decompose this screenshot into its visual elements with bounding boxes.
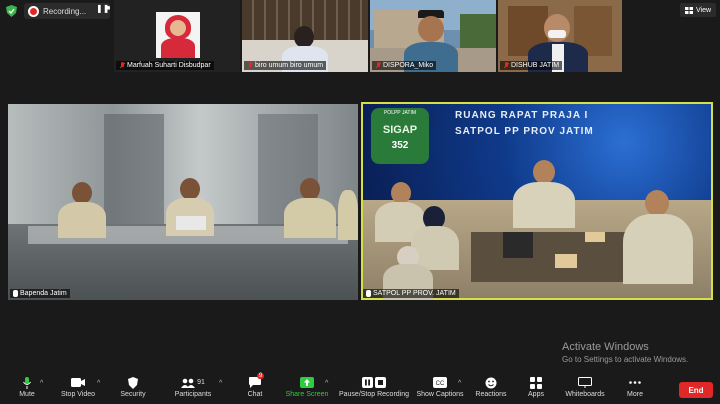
participant-tile[interactable]: DISPORA_Miko (370, 0, 496, 72)
muted-mic-icon (375, 62, 381, 69)
chat-button[interactable]: 9 Chat (240, 373, 270, 398)
svg-text:CC: CC (436, 381, 445, 387)
share-screen-label: Share Screen (285, 391, 329, 398)
participant-tile[interactable]: biro umum biro umum (242, 0, 368, 72)
participants-label: Participants (174, 391, 212, 398)
meeting-toolbar: Mute ^ Stop Video ^ Security 91 Particip… (0, 372, 720, 404)
captions-options-chevron-icon[interactable]: ^ (458, 380, 461, 387)
apps-button[interactable]: Apps (522, 376, 550, 398)
captions-label: Show Captions (416, 391, 464, 398)
muted-mic-icon (247, 62, 253, 69)
stop-video-button[interactable]: Stop Video (58, 376, 98, 398)
stop-icon[interactable]: ■ (106, 5, 110, 12)
view-label: View (695, 6, 712, 14)
record-label: Pause/Stop Recording (338, 391, 410, 398)
video-tile-bapenda[interactable]: Bapenda Jatim (8, 104, 358, 300)
recording-dot-icon (30, 7, 37, 15)
participant-name: DISPORA_Miko (383, 62, 434, 69)
participant-tile[interactable]: Marfuah Suharti Disbudpar (114, 0, 240, 72)
apps-label: Apps (528, 391, 544, 398)
video-camera-icon (71, 378, 85, 387)
stop-video-label: Stop Video (60, 391, 96, 398)
participants-button[interactable]: 91 Participants (170, 376, 216, 398)
mic-icon (13, 290, 18, 297)
microphone-icon (23, 376, 31, 389)
mute-label: Mute (19, 391, 35, 398)
participants-count: 91 (197, 379, 205, 386)
participants-options-chevron-icon[interactable]: ^ (219, 380, 222, 387)
participant-name-tag: Bapenda Jatim (10, 289, 70, 298)
watermark-title: Activate Windows (562, 341, 649, 353)
sigap-logo: POLPP JATIM SIGAP 352 (371, 108, 429, 164)
watermark-subtitle: Go to Settings to activate Windows. (562, 355, 689, 364)
profile-photo (156, 12, 200, 58)
apps-icon (530, 376, 542, 389)
share-screen-icon (300, 377, 314, 388)
reactions-button[interactable]: Reactions (474, 376, 508, 398)
smiley-icon (485, 377, 497, 388)
participant-name-tag: SATPOL PP PROV. JATIM (363, 289, 459, 298)
chat-label: Chat (247, 391, 263, 398)
whiteboards-label: Whiteboards (565, 391, 605, 398)
pause-stop-record-icon (362, 377, 386, 388)
participant-name-tag: Marfuah Suharti Disbudpar (116, 61, 214, 70)
mute-button[interactable]: Mute (10, 376, 44, 398)
participant-name: SATPOL PP PROV. JATIM (373, 290, 456, 297)
video-options-chevron-icon[interactable]: ^ (97, 380, 100, 387)
security-button[interactable]: Security (116, 376, 150, 398)
shield-icon (128, 376, 138, 389)
reactions-label: Reactions (475, 391, 507, 398)
participant-name: biro umum biro umum (255, 62, 324, 69)
mute-options-chevron-icon[interactable]: ^ (40, 380, 43, 387)
people-icon (181, 378, 196, 388)
video-tile-satpol-active-speaker[interactable]: POLPP JATIM SIGAP 352 RUANG RAPAT PRAJA … (361, 102, 713, 300)
windows-activation-watermark: Activate Windows Go to Settings to activ… (562, 341, 688, 364)
whiteboard-icon (578, 377, 592, 388)
participant-name: Marfuah Suharti Disbudpar (127, 62, 211, 69)
more-label: More (627, 391, 643, 398)
muted-mic-icon (503, 62, 509, 69)
view-button[interactable]: View (680, 3, 716, 17)
security-label: Security (120, 391, 146, 398)
participant-name-tag: biro umum biro umum (244, 61, 327, 70)
participant-tile[interactable]: DISHUB JATIM (498, 0, 622, 72)
whiteboards-button[interactable]: Whiteboards (562, 376, 608, 398)
mic-icon (366, 290, 371, 297)
more-button[interactable]: More (620, 376, 650, 398)
pause-stop-recording-button[interactable]: Pause/Stop Recording (338, 376, 410, 398)
participant-name: DISHUB JATIM (511, 62, 560, 69)
muted-mic-icon (119, 62, 125, 69)
end-meeting-button[interactable]: End (679, 382, 713, 398)
shield-icon[interactable] (6, 5, 17, 17)
banner-subtitle: SATPOL PP PROV JATIM (455, 126, 594, 137)
ellipsis-icon (629, 381, 641, 384)
grid-icon (684, 6, 693, 14)
share-options-chevron-icon[interactable]: ^ (325, 380, 328, 387)
recording-label: Recording... (43, 6, 87, 16)
participant-name: Bapenda Jatim (20, 290, 67, 297)
share-screen-button[interactable]: Share Screen (284, 376, 330, 398)
participant-name-tag: DISHUB JATIM (500, 61, 563, 70)
chat-badge: 9 (257, 373, 265, 379)
participant-name-tag: DISPORA_Miko (372, 61, 437, 70)
banner-title: RUANG RAPAT PRAJA I (455, 110, 589, 121)
captions-icon: CC (433, 377, 447, 388)
